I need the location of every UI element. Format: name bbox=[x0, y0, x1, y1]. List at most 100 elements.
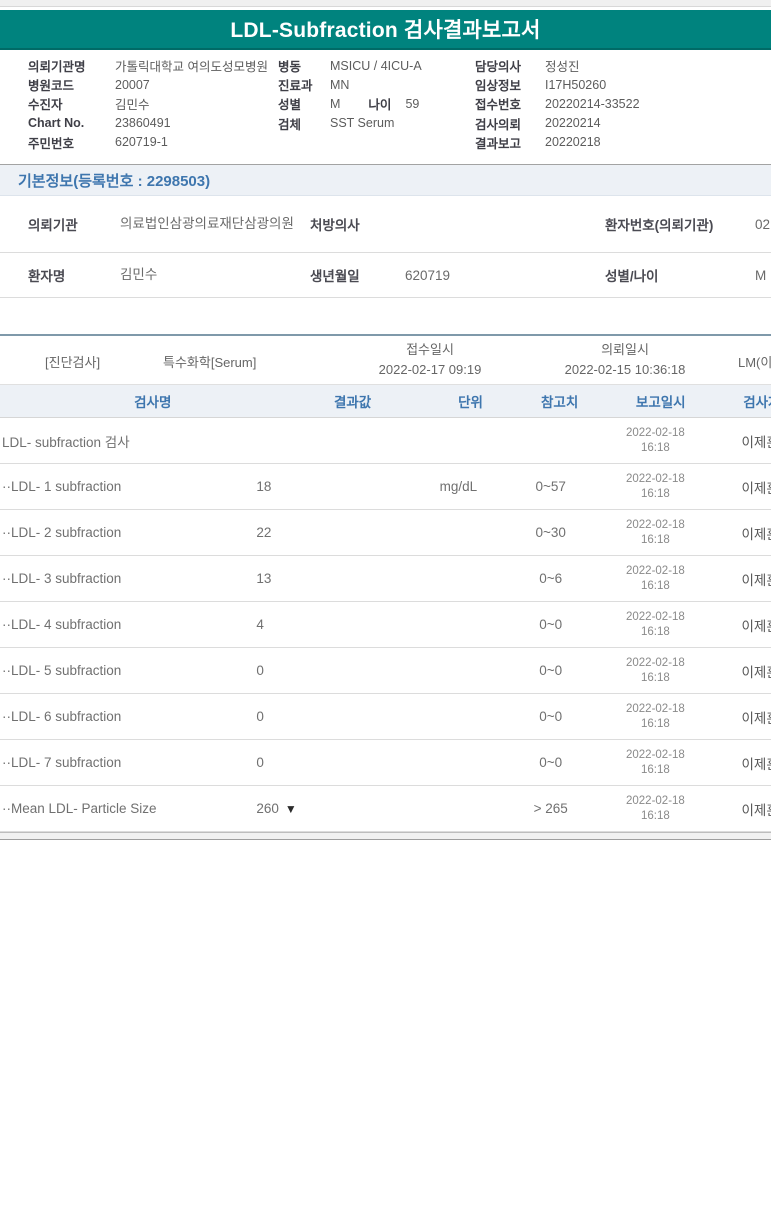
field-value: M bbox=[755, 267, 767, 283]
test-name: LDL- subfraction 검사 bbox=[2, 434, 130, 450]
field-value: MN bbox=[330, 77, 350, 92]
results-table: 검사명 결과값 단위 참고치 보고일시 검사자 LDL- subfraction 검사 20… bbox=[0, 385, 771, 832]
report-datetime: 2022-02-18 16:18 bbox=[601, 656, 711, 686]
reference-range: 0~0 bbox=[539, 755, 563, 770]
result-row: ··LDL- 3 subfraction 13 0~6 2022-02-18 16:18… bbox=[0, 556, 771, 602]
patient-header-row: Chart No. 23860491 bbox=[28, 114, 268, 133]
reference-range: 0~57 bbox=[535, 479, 566, 494]
field-label: 의뢰기관 bbox=[28, 218, 78, 233]
report-time: 16:18 bbox=[641, 441, 670, 454]
field-value: 02 bbox=[755, 216, 771, 232]
patient-header-row: 임상정보 I17H50260 bbox=[475, 75, 640, 94]
result-row: ··LDL- 6 subfraction 0 0~0 2022-02-18 16:18 이… bbox=[0, 694, 771, 740]
field-label: 환자번호(의뢰기관) bbox=[605, 218, 714, 233]
column-header: 결과값 bbox=[333, 395, 372, 410]
tester-name: 이제훈 bbox=[741, 480, 771, 496]
test-name: ··LDL- 2 subfraction bbox=[2, 525, 122, 540]
report-time: 16:18 bbox=[641, 579, 670, 592]
test-result: 18 bbox=[256, 479, 272, 494]
top-strip bbox=[0, 0, 771, 7]
report-datetime: 2022-02-18 16:18 bbox=[601, 794, 711, 824]
patient-header-col3: 담당의사 정성진 임상정보 I17H50260 접수번호 20220214-33522 검사… bbox=[475, 56, 640, 152]
report-date: 2022-02-18 bbox=[625, 472, 685, 485]
patient-header-row: 검사의뢰 20220214 bbox=[475, 114, 640, 133]
results-table-body: LDL- subfraction 검사2022-02-1816:18이제훈··L… bbox=[0, 418, 771, 832]
patient-header-row: 진료과 MN bbox=[278, 75, 422, 94]
report-date: 2022-02-18 bbox=[625, 610, 685, 623]
field-value: 가톨릭대학교 여의도성모병원 bbox=[115, 60, 268, 75]
exam-test-group: 특수화학[Serum] bbox=[163, 355, 257, 370]
report-date: 2022-02-18 bbox=[625, 656, 685, 669]
patient-header-col2: 병동 MSICU / 4ICU-A 진료과 MN 성별 M 나이 59 검체 SST Serum bbox=[278, 56, 422, 133]
field-value: 620719 bbox=[405, 267, 451, 283]
test-name: ··LDL- 3 subfraction bbox=[2, 571, 122, 586]
low-flag-icon: ▼ bbox=[284, 802, 297, 816]
tester-name: 이제훈 bbox=[741, 572, 771, 588]
result-row: ··LDL- 7 subfraction 0 0~0 2022-02-18 16:18 이… bbox=[0, 740, 771, 786]
patient-header-row: 담당의사 정성진 bbox=[475, 56, 640, 75]
field-label: 주민번호 bbox=[28, 136, 75, 151]
field-label: 환자명 bbox=[28, 269, 66, 284]
basic-info-row: 의뢰기관 의료법인삼광의료재단삼광의원 처방의사 환자번호(의뢰기관) 02 bbox=[0, 196, 771, 253]
field-label: 진료과 bbox=[278, 79, 313, 94]
test-result: 13 bbox=[256, 571, 272, 586]
patient-header-row: 의뢰기관명 가톨릭대학교 여의도성모병원 bbox=[28, 56, 268, 75]
receipt-datetime: 2022-02-17 09:19 bbox=[378, 362, 482, 378]
field-value: SST Serum bbox=[330, 116, 395, 131]
test-name: ··Mean LDL- Particle Size bbox=[2, 801, 157, 816]
tester-name: 이제훈 bbox=[741, 802, 771, 818]
report-date: 2022-02-18 bbox=[625, 564, 685, 577]
report-datetime: 2022-02-18 16:18 bbox=[601, 748, 711, 778]
report-date: 2022-02-18 bbox=[625, 702, 685, 715]
patient-header: 의뢰기관명 가톨릭대학교 여의도성모병원 병원코드 20007 수진자 김민수 Chart … bbox=[0, 56, 771, 156]
field-label: 임상정보 bbox=[475, 79, 522, 94]
test-result: 0 bbox=[256, 663, 264, 678]
patient-header-row: 검체 SST Serum bbox=[278, 114, 422, 133]
reference-range: 0~6 bbox=[539, 571, 563, 586]
basic-info-table: 의뢰기관 의료법인삼광의료재단삼광의원 처방의사 환자번호(의뢰기관) 02 환자명 김민수… bbox=[0, 196, 771, 298]
result-row: ··LDL- 1 subfraction 18 mg/dL 0~57 2022-02-1… bbox=[0, 464, 771, 510]
field-label: 담당의사 bbox=[475, 60, 522, 75]
field-label: Chart No. bbox=[28, 116, 85, 131]
report-date: 2022-02-18 bbox=[625, 748, 685, 761]
result-row: ··Mean LDL- Particle Size 260 ▼ > 265 2022-0… bbox=[0, 786, 771, 832]
column-header: 검사명 bbox=[134, 395, 172, 410]
field-value: 620719-1 bbox=[115, 135, 168, 150]
basic-info-section-bar: 기본정보(등록번호 : 2298503) bbox=[0, 165, 771, 196]
exam-extra-text: LM(이 bbox=[738, 355, 771, 370]
report-page: LDL-Subfraction 검사결과보고서 의뢰기관명 가톨릭대학교 여의도성… bbox=[0, 0, 771, 1230]
reference-range: 0~0 bbox=[539, 709, 563, 724]
field-label: 접수번호 bbox=[475, 98, 522, 113]
patient-header-row: 주민번호 620719-1 bbox=[28, 133, 268, 152]
field-value: 20220214 bbox=[545, 116, 601, 131]
bottom-bar bbox=[0, 832, 771, 840]
field-value: 20007 bbox=[115, 77, 150, 92]
column-header: 검사자 bbox=[743, 395, 771, 410]
result-row: ··LDL- 4 subfraction 4 0~0 2022-02-18 16:18 이… bbox=[0, 602, 771, 648]
field-label: 검사의뢰 bbox=[475, 117, 522, 132]
report-title: LDL-Subfraction 검사결과보고서 bbox=[230, 19, 541, 42]
reference-range: 0~0 bbox=[539, 663, 563, 678]
column-header: 보고일시 bbox=[635, 395, 686, 410]
field-label: 성별/나이 bbox=[605, 269, 659, 284]
field-value: 59 bbox=[405, 96, 420, 111]
report-datetime: 2022-02-18 16:18 bbox=[601, 426, 711, 456]
tester-name: 이제훈 bbox=[741, 710, 771, 726]
field-value: 김민수 bbox=[115, 98, 150, 113]
result-row: ··LDL- 2 subfraction 22 0~30 2022-02-18 16:1… bbox=[0, 510, 771, 556]
field-value: I17H50260 bbox=[545, 77, 607, 92]
report-date: 2022-02-18 bbox=[625, 518, 685, 531]
reference-range: > 265 bbox=[533, 801, 568, 816]
report-datetime: 2022-02-18 16:18 bbox=[601, 564, 711, 594]
field-label: 나이 bbox=[368, 98, 392, 113]
report-time: 16:18 bbox=[641, 487, 670, 500]
report-datetime: 2022-02-18 16:18 bbox=[601, 610, 711, 640]
test-result: 0 bbox=[256, 709, 264, 724]
field-label: 성별 bbox=[278, 98, 302, 113]
request-datetime: 2022-02-15 10:36:18 bbox=[564, 362, 686, 378]
exam-category: [진단검사] bbox=[45, 355, 101, 370]
tester-name: 이제훈 bbox=[741, 756, 771, 772]
patient-header-row: 수진자 김민수 bbox=[28, 94, 268, 113]
report-datetime: 2022-02-18 16:18 bbox=[601, 472, 711, 502]
field-label: 병원코드 bbox=[28, 79, 75, 94]
